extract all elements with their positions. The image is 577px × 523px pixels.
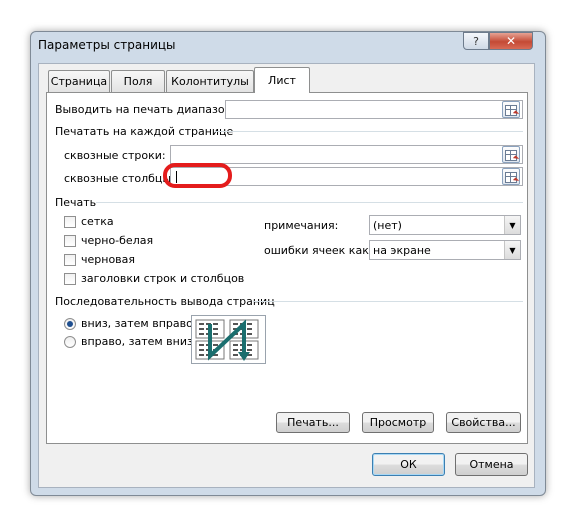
cell-errors-select-value: на экране: [373, 244, 431, 257]
comments-label: примечания:: [264, 219, 339, 232]
rows-range-picker-icon[interactable]: [502, 146, 520, 163]
chevron-down-icon[interactable]: ▼: [504, 216, 520, 234]
over-then-down-label: вправо, затем вниз: [81, 335, 193, 348]
separator: [253, 301, 523, 302]
down-then-over-radio[interactable]: [64, 318, 76, 330]
tab-margins[interactable]: Поля: [111, 70, 165, 92]
chevron-down-icon[interactable]: ▼: [504, 241, 520, 259]
row-col-headings-label: заголовки строк и столбцов: [81, 272, 245, 285]
tab-page-label: Страница: [50, 75, 108, 88]
print-button[interactable]: Печать...: [276, 412, 350, 433]
rows-to-repeat-field[interactable]: [170, 145, 523, 164]
tab-headers-footers[interactable]: Колонтитулы: [166, 70, 254, 92]
row-col-headings-checkbox[interactable]: [64, 273, 76, 285]
tab-headers-footers-label: Колонтитулы: [171, 75, 249, 88]
over-then-down-radio[interactable]: [64, 336, 76, 348]
print-area-label: Выводить на печать диапазон:: [55, 103, 236, 116]
cell-errors-label: ошибки ячеек как:: [264, 244, 373, 257]
rows-to-repeat-label: сквозные строки:: [64, 149, 166, 162]
help-button[interactable]: ?: [463, 32, 489, 50]
print-titles-heading: Печатать на каждой странице: [55, 125, 234, 138]
columns-range-picker-icon[interactable]: [502, 168, 520, 185]
black-and-white-checkbox[interactable]: [64, 235, 76, 247]
cancel-button[interactable]: Отмена: [455, 453, 528, 476]
tab-sheet-label: Лист: [268, 74, 296, 87]
tab-sheet[interactable]: Лист: [254, 67, 310, 93]
print-area-range-picker-icon[interactable]: [502, 101, 520, 118]
print-preview-button[interactable]: Просмотр: [362, 412, 434, 433]
down-then-over-label: вниз, затем вправо: [81, 317, 193, 330]
print-heading: Печать: [55, 196, 97, 209]
comments-select[interactable]: (нет) ▼: [369, 215, 521, 235]
draft-quality-checkbox[interactable]: [64, 254, 76, 266]
close-button[interactable]: ✕: [489, 32, 533, 50]
comments-select-value: (нет): [373, 219, 402, 232]
ok-button[interactable]: ОК: [372, 453, 445, 476]
tab-page[interactable]: Страница: [48, 70, 110, 92]
print-area-field[interactable]: [225, 100, 523, 119]
page-order-preview-icon: [191, 315, 266, 364]
gridlines-label: сетка: [81, 215, 114, 228]
black-and-white-label: черно-белая: [81, 234, 154, 247]
tab-margins-label: Поля: [123, 75, 153, 88]
draft-quality-label: черновая: [81, 253, 136, 266]
window-title: Параметры страницы: [38, 38, 176, 52]
gridlines-checkbox[interactable]: [64, 216, 76, 228]
separator: [96, 202, 523, 203]
properties-button[interactable]: Свойства...: [446, 412, 521, 433]
columns-to-repeat-label: сквозные столбцы:: [64, 172, 175, 185]
separator: [215, 131, 523, 132]
page-order-heading: Последовательность вывода страниц: [55, 295, 275, 308]
red-highlight-annotation: [163, 163, 232, 188]
cell-errors-select[interactable]: на экране ▼: [369, 240, 521, 260]
